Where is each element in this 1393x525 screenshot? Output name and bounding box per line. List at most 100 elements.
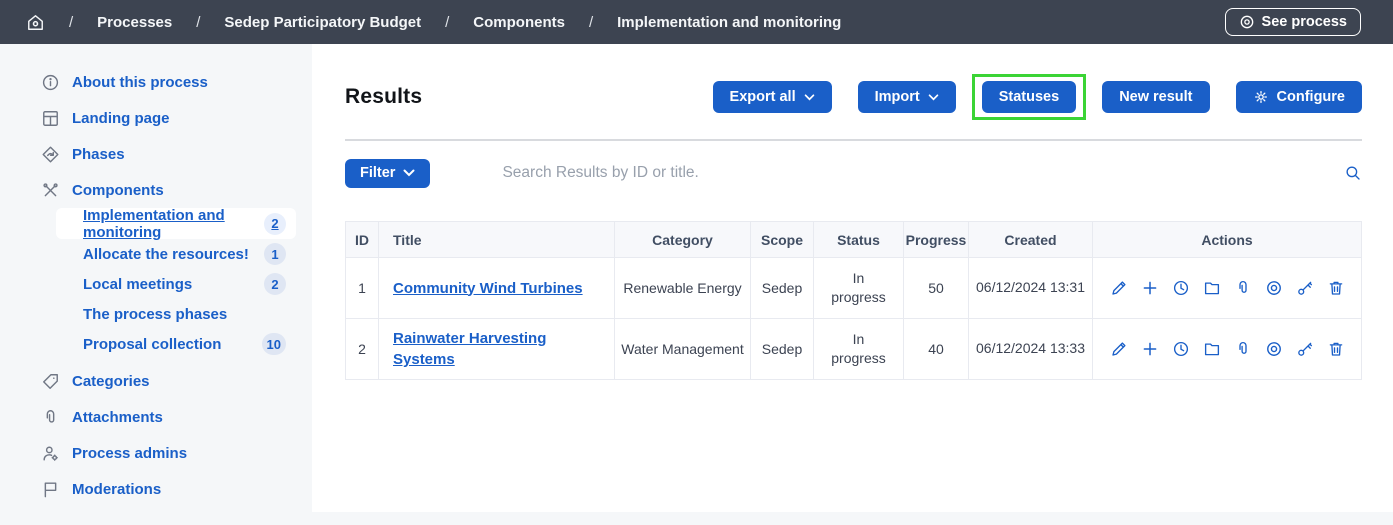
delete-icon[interactable] [1327, 340, 1345, 358]
sidebar-subitem-label: Allocate the resources! [83, 246, 264, 263]
result-title-link[interactable]: Community Wind Turbines [393, 280, 583, 297]
new-result-label: New result [1119, 89, 1192, 105]
col-header-progress[interactable]: Progress [904, 222, 969, 258]
filter-label: Filter [360, 165, 395, 181]
sidebar-subitem-allocate-the-resources[interactable]: Allocate the resources! 1 [56, 239, 296, 269]
export-all-button[interactable]: Export all [713, 81, 832, 113]
import-label: Import [875, 89, 920, 105]
preview-icon[interactable] [1265, 279, 1283, 297]
col-header-status[interactable]: Status [814, 222, 904, 258]
statuses-highlight-box: Statuses [972, 74, 1086, 120]
breadcrumb-processes[interactable]: Processes [97, 14, 172, 31]
col-header-scope[interactable]: Scope [751, 222, 814, 258]
sidebar-subitem-label: Local meetings [83, 276, 264, 293]
sidebar-subitem-label: Implementation and monitoring [83, 207, 264, 241]
new-result-button[interactable]: New result [1102, 81, 1209, 113]
import-button[interactable]: Import [858, 81, 956, 113]
search-input[interactable]: Search Results by ID or title. [502, 164, 1344, 182]
sidebar-item-phases[interactable]: Phases [0, 136, 312, 172]
tag-icon [40, 371, 60, 391]
sidebar-item-attachments[interactable]: Attachments [0, 399, 312, 435]
sidebar-item-process-admins[interactable]: Process admins [0, 435, 312, 471]
cell-category: Water Management [615, 319, 751, 380]
history-clock-icon[interactable] [1172, 279, 1190, 297]
sidebar-item-label: Process admins [72, 445, 187, 462]
info-icon [40, 72, 60, 92]
sidebar-subitem-proposal-collection[interactable]: Proposal collection 10 [56, 329, 296, 359]
edit-icon[interactable] [1110, 279, 1128, 297]
history-clock-icon[interactable] [1172, 340, 1190, 358]
tools-icon [40, 180, 60, 200]
statuses-label: Statuses [999, 89, 1059, 105]
delete-icon[interactable] [1327, 279, 1345, 297]
sidebar-item-label: Phases [72, 146, 125, 163]
count-badge: 10 [262, 333, 286, 355]
sidebar-item-landing-page[interactable]: Landing page [0, 100, 312, 136]
sidebar-item-about[interactable]: About this process [0, 64, 312, 100]
sidebar-subitem-the-process-phases[interactable]: The process phases [56, 299, 296, 329]
folder-icon[interactable] [1203, 340, 1221, 358]
chevron-down-icon [403, 169, 415, 177]
col-header-id[interactable]: ID [346, 222, 379, 258]
sidebar-item-label: Attachments [72, 409, 163, 426]
flag-icon [40, 479, 60, 499]
statuses-button[interactable]: Statuses [982, 81, 1076, 113]
sidebar-subitem-local-meetings[interactable]: Local meetings 2 [56, 269, 296, 299]
see-process-label: See process [1262, 14, 1347, 30]
page-title: Results [345, 85, 422, 109]
table-row: 1 Community Wind Turbines Renewable Ener… [346, 258, 1362, 319]
col-header-title[interactable]: Title [379, 222, 615, 258]
home-icon[interactable] [26, 13, 45, 32]
cell-progress: 50 [904, 258, 969, 319]
attachments-icon[interactable] [1234, 279, 1252, 297]
count-badge: 2 [264, 273, 286, 295]
cell-created: 06/12/2024 13:33 [969, 319, 1093, 380]
cell-progress: 40 [904, 319, 969, 380]
result-title-link[interactable]: Rainwater Harvesting Systems [393, 330, 546, 368]
col-header-actions: Actions [1093, 222, 1362, 258]
sidebar-item-label: Components [72, 182, 164, 199]
sidebar-item-label: Landing page [72, 110, 170, 127]
breadcrumb-separator: / [196, 14, 200, 31]
results-table: ID Title Category Scope Status Progress … [345, 221, 1362, 380]
cell-category: Renewable Energy [615, 258, 751, 319]
col-header-category[interactable]: Category [615, 222, 751, 258]
table-row: 2 Rainwater Harvesting Systems Water Man… [346, 319, 1362, 380]
see-process-button[interactable]: See process [1225, 8, 1361, 36]
configure-button[interactable]: Configure [1236, 81, 1362, 113]
breadcrumb-components[interactable]: Components [473, 14, 565, 31]
add-icon[interactable] [1141, 279, 1159, 297]
paperclip-icon [40, 407, 60, 427]
breadcrumb-current-component[interactable]: Implementation and monitoring [617, 14, 841, 31]
breadcrumb-process-name[interactable]: Sedep Participatory Budget [224, 14, 421, 31]
col-header-created[interactable]: Created [969, 222, 1093, 258]
search-icon[interactable] [1344, 164, 1362, 182]
breadcrumb-separator: / [69, 14, 73, 31]
sidebar-item-categories[interactable]: Categories [0, 363, 312, 399]
gear-icon [1253, 89, 1269, 105]
preview-icon[interactable] [1265, 340, 1283, 358]
sidebar-item-moderations[interactable]: Moderations [0, 471, 312, 507]
sidebar-item-components[interactable]: Components [0, 172, 312, 208]
edit-icon[interactable] [1110, 340, 1128, 358]
phases-diamond-icon [40, 144, 60, 164]
permissions-key-icon[interactable] [1296, 340, 1314, 358]
count-badge: 2 [264, 213, 286, 235]
user-gear-icon [40, 443, 60, 463]
cell-scope: Sedep [751, 319, 814, 380]
export-all-label: Export all [730, 89, 796, 105]
add-icon[interactable] [1141, 340, 1159, 358]
toolbar: Export all Import Statuses [713, 74, 1362, 120]
sidebar-subitem-implementation-and-monitoring[interactable]: Implementation and monitoring 2 [56, 208, 296, 239]
permissions-key-icon[interactable] [1296, 279, 1314, 297]
main-content: Results Export all Import Statuses [312, 44, 1393, 512]
chevron-down-icon [928, 94, 939, 101]
sidebar: About this process Landing page Phases [0, 44, 312, 512]
cell-id: 2 [346, 319, 379, 380]
table-header-row: ID Title Category Scope Status Progress … [346, 222, 1362, 258]
folder-icon[interactable] [1203, 279, 1221, 297]
filter-button[interactable]: Filter [345, 159, 430, 188]
attachments-icon[interactable] [1234, 340, 1252, 358]
configure-label: Configure [1277, 89, 1345, 105]
sidebar-subitem-label: Proposal collection [83, 336, 262, 353]
